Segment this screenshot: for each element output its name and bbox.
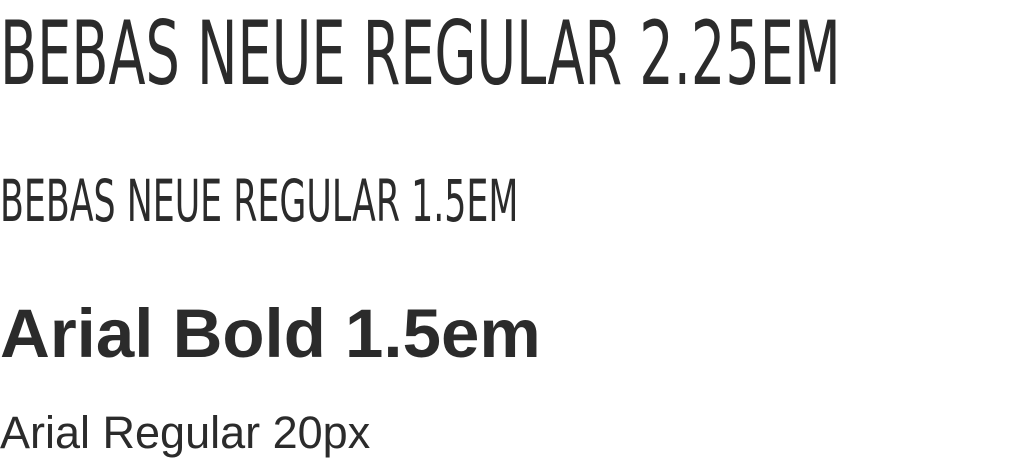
arial-regular-20px-sample: Arial Regular 20px (0, 407, 371, 458)
bebas-neue-2-25em-sample: BEBAS NEUE REGULAR 2.25EM (0, 2, 841, 105)
bebas-neue-1-5em-sample: BEBAS NEUE REGULAR 1.5EM (0, 167, 519, 235)
arial-bold-1-5em-sample: Arial Bold 1.5em (0, 295, 541, 372)
